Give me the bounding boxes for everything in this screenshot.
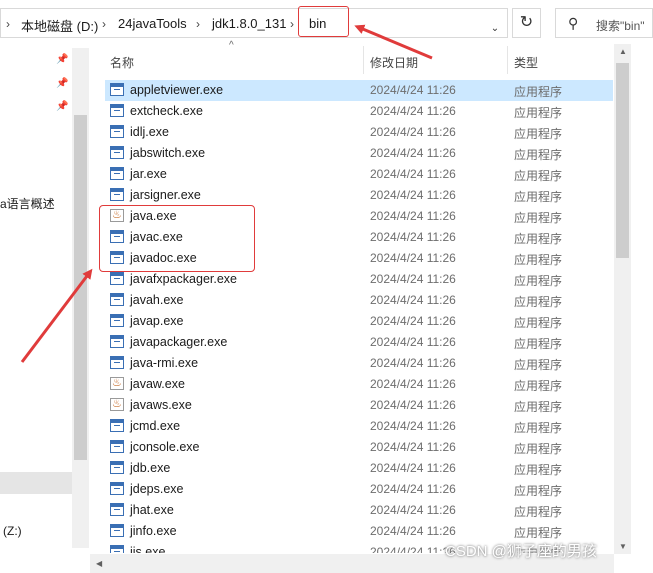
annotation-arrow-bin (354, 24, 433, 60)
watermark: CSDN @狮子座的男孩 (445, 543, 597, 560)
annotation-arrows (20, 24, 433, 363)
annotation-arrow-java (20, 268, 93, 363)
